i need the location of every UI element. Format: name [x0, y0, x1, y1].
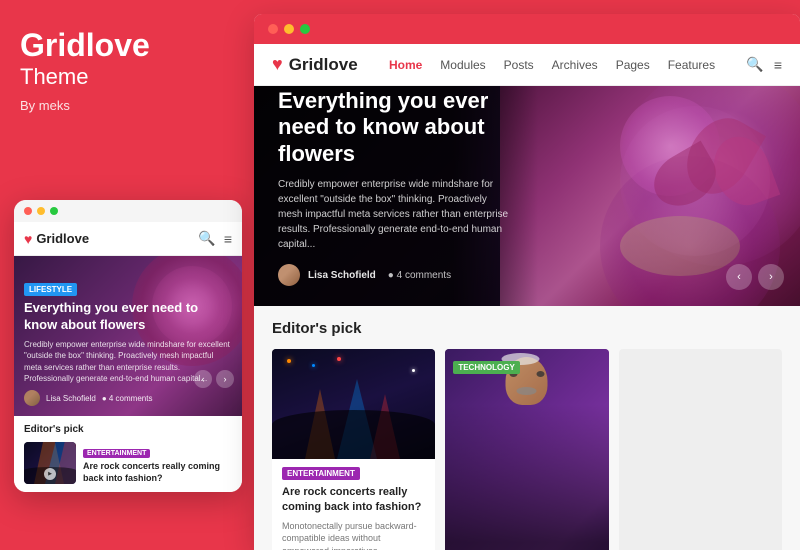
- browser-nav-home[interactable]: Home: [389, 58, 422, 72]
- card-2-thumb: TECHNOLOGY The world needs true geniuses…: [445, 349, 608, 550]
- card-1-content: ENTERTAINMENT Are rock concerts really c…: [272, 459, 435, 550]
- mobile-hero-author: Lisa Schofield: [46, 394, 96, 403]
- browser-nav-icons: 🔍 ≡: [746, 56, 782, 73]
- card-2-tag-technology: TECHNOLOGY: [453, 361, 519, 374]
- card-1-title: Are rock concerts really coming back int…: [282, 485, 425, 515]
- mobile-hero-content: LIFESTYLE Everything you ever need to kn…: [14, 271, 242, 416]
- browser-hero: LIFESTYLE Everything you ever need to kn…: [254, 86, 800, 306]
- card-1-thumb: [272, 349, 435, 459]
- browser-traffic-lights: [254, 14, 800, 44]
- hero-author: Lisa Schofield: [308, 270, 376, 281]
- card-1: ENTERTAINMENT Are rock concerts really c…: [272, 349, 435, 550]
- mobile-traffic-lights: [14, 200, 242, 222]
- mobile-logo-area: ♥ Gridlove: [24, 231, 89, 247]
- card-2: TECHNOLOGY The world needs true geniuses…: [445, 349, 608, 550]
- card-1-excerpt: Monotonectally pursue backward-compatibl…: [282, 520, 425, 550]
- browser-logo-heart-icon: ♥: [272, 54, 283, 75]
- mobile-search-icon[interactable]: 🔍: [198, 230, 215, 247]
- mobile-next-arrow[interactable]: ›: [216, 370, 234, 388]
- mobile-hero-meta: Lisa Schofield ● 4 comments: [24, 390, 232, 406]
- mobile-mockup: ♥ Gridlove 🔍 ≡ LIFESTYLE Everything you …: [14, 200, 242, 492]
- browser-menu-icon[interactable]: ≡: [774, 57, 782, 73]
- mobile-nav-icons: 🔍 ≡: [198, 230, 232, 247]
- browser-nav-links: Home Modules Posts Archives Pages Featur…: [389, 58, 715, 72]
- mobile-card-info: ENTERTAINMENT Are rock concerts really c…: [83, 442, 232, 484]
- mobile-author-avatar: [24, 390, 40, 406]
- browser-navbar: ♥ Gridlove Home Modules Posts Archives P…: [254, 44, 800, 86]
- mobile-editors-pick: Editor's pick ▶ ENTERTAINMENT Are rock c…: [14, 416, 242, 492]
- card-1-tags: ENTERTAINMENT: [282, 467, 425, 480]
- browser-nav-archives[interactable]: Archives: [552, 58, 598, 72]
- hero-title: Everything you ever need to know about f…: [278, 88, 514, 167]
- browser-tl-yellow[interactable]: [284, 24, 294, 34]
- brand-subtitle: Theme: [20, 63, 225, 92]
- hero-author-avatar: [278, 264, 300, 286]
- left-panel: Gridlove Theme By meks ♥ Gridlove 🔍 ≡: [0, 0, 245, 550]
- mobile-card-tag: ENTERTAINMENT: [83, 449, 150, 458]
- editors-pick-heading: Editor's pick: [272, 320, 782, 337]
- mobile-prev-arrow[interactable]: ‹: [194, 370, 212, 388]
- hero-comments: ● 4 comments: [388, 270, 451, 281]
- browser-nav-modules[interactable]: Modules: [440, 58, 485, 72]
- editors-pick-section: Editor's pick ENTERT: [254, 306, 800, 550]
- brand-title: Gridlove: [20, 28, 225, 63]
- hero-next-arrow[interactable]: ›: [758, 264, 784, 290]
- hero-arrows: ‹ ›: [726, 264, 784, 290]
- mobile-hero-comments: ● 4 comments: [102, 394, 153, 403]
- mobile-navbar: ♥ Gridlove 🔍 ≡: [14, 222, 242, 256]
- browser-mockup: ♥ Gridlove Home Modules Posts Archives P…: [254, 14, 800, 550]
- mobile-hero-title: Everything you ever need to know about f…: [24, 300, 232, 334]
- browser-nav-pages[interactable]: Pages: [616, 58, 650, 72]
- mobile-logo-text: Gridlove: [36, 231, 89, 246]
- browser-logo-text: Gridlove: [289, 55, 358, 75]
- browser-nav-features[interactable]: Features: [668, 58, 715, 72]
- mobile-menu-icon[interactable]: ≡: [224, 231, 232, 247]
- brand-by: By meks: [20, 98, 225, 113]
- mobile-card: ▶ ENTERTAINMENT Are rock concerts really…: [24, 442, 232, 484]
- mobile-hero: LIFESTYLE Everything you ever need to kn…: [14, 256, 242, 416]
- mobile-card-thumb: ▶: [24, 442, 76, 484]
- mobile-editors-pick-heading: Editor's pick: [24, 424, 232, 435]
- cards-grid: ENTERTAINMENT Are rock concerts really c…: [272, 349, 782, 550]
- card-1-tag-entertainment: ENTERTAINMENT: [282, 467, 360, 480]
- browser-logo-area: ♥ Gridlove: [272, 54, 358, 75]
- browser-tl-green[interactable]: [300, 24, 310, 34]
- mobile-tl-yellow[interactable]: [37, 207, 45, 215]
- browser-tl-red[interactable]: [268, 24, 278, 34]
- browser-nav-posts[interactable]: Posts: [504, 58, 534, 72]
- mobile-hero-tag: LIFESTYLE: [24, 283, 77, 296]
- card-3: [619, 349, 782, 550]
- mobile-tl-green[interactable]: [50, 207, 58, 215]
- hero-excerpt: Credibly empower enterprise wide mindsha…: [278, 177, 514, 252]
- mobile-logo-heart-icon: ♥: [24, 231, 32, 247]
- mobile-card-title: Are rock concerts really coming back int…: [83, 461, 232, 484]
- hero-left-content: LIFESTYLE Everything you ever need to kn…: [254, 86, 538, 306]
- hero-meta: Lisa Schofield ● 4 comments: [278, 264, 514, 286]
- hero-prev-arrow[interactable]: ‹: [726, 264, 752, 290]
- browser-search-icon[interactable]: 🔍: [746, 56, 763, 73]
- mobile-hero-arrows: ‹ ›: [194, 370, 234, 388]
- mobile-tl-red[interactable]: [24, 207, 32, 215]
